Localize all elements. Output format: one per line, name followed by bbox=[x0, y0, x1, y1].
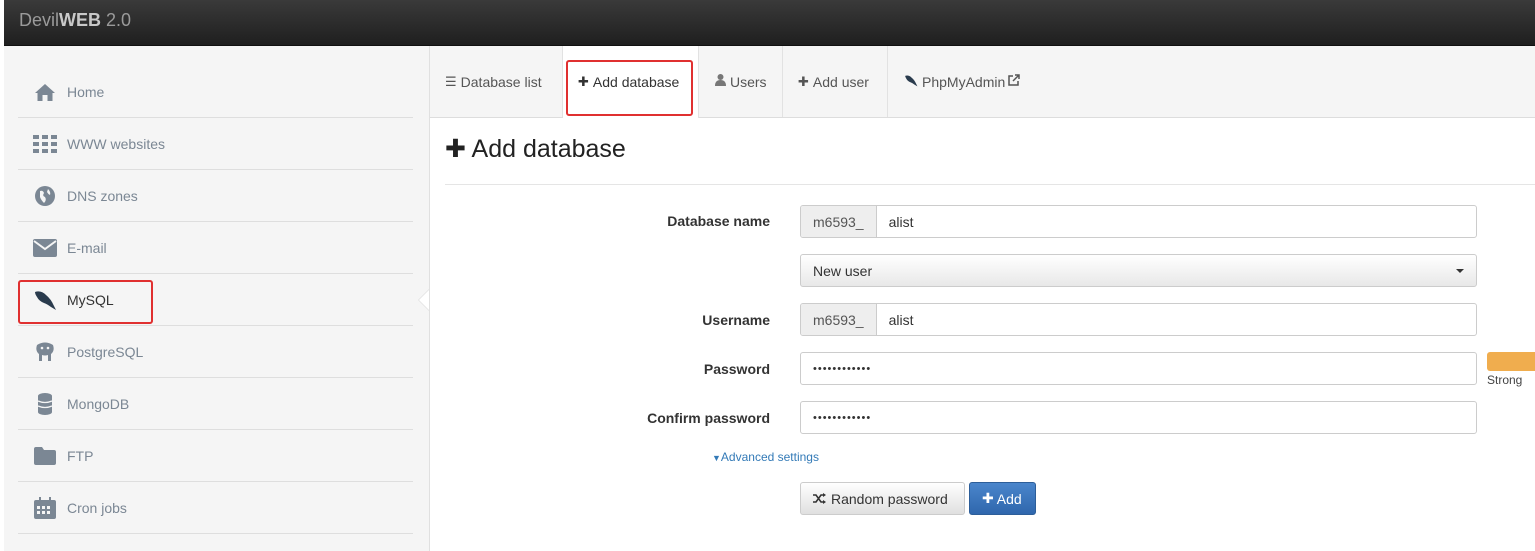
title-divider bbox=[445, 184, 1535, 185]
brand-prefix: Devil bbox=[19, 10, 60, 30]
tab-database-list[interactable]: ☰ Database list bbox=[430, 46, 563, 117]
sidebar-item-label: Home bbox=[67, 83, 105, 100]
external-link-icon bbox=[1008, 74, 1021, 89]
highlight-add-database-tab bbox=[566, 60, 693, 116]
sidebar-item-email[interactable]: E-mail bbox=[18, 222, 413, 274]
plus-icon: ✚ bbox=[798, 73, 809, 89]
envelope-icon bbox=[33, 236, 57, 260]
list-icon: ☰ bbox=[445, 73, 457, 89]
sidebar-item-label: DNS zones bbox=[67, 187, 138, 204]
brand-bold: WEB bbox=[59, 10, 102, 30]
sidebar-item-label: E-mail bbox=[67, 239, 107, 256]
active-pointer bbox=[419, 290, 429, 310]
sidebar-item-mongodb[interactable]: MongoDB bbox=[18, 378, 413, 430]
caret-down-icon: ▼ bbox=[712, 453, 721, 463]
sidebar-item-label: PostgreSQL bbox=[67, 343, 144, 360]
sidebar-item-www-websites[interactable]: WWW websites bbox=[18, 118, 413, 170]
advanced-settings-label: Advanced settings bbox=[720, 450, 819, 464]
sidebar-item-label: WWW websites bbox=[67, 135, 165, 152]
confirm-password-label: Confirm password bbox=[647, 410, 770, 426]
username-field[interactable]: m6593_ alist bbox=[800, 303, 1477, 336]
tab-label: Database list bbox=[460, 73, 542, 90]
brand-version: 2.0 bbox=[106, 10, 132, 30]
brand-logo[interactable]: DevilWEB 2.0 bbox=[19, 10, 131, 31]
user-select-value: New user bbox=[813, 262, 873, 279]
sidebar-item-label: FTP bbox=[67, 447, 94, 464]
password-label: Password bbox=[703, 361, 770, 377]
confirm-password-mask: •••••••••••• bbox=[813, 411, 872, 424]
plus-icon: ✚ bbox=[445, 135, 466, 163]
database-name-field[interactable]: m6593_ alist bbox=[800, 205, 1477, 238]
grid-icon bbox=[33, 132, 57, 156]
highlight-mysql-item bbox=[18, 280, 153, 324]
home-icon bbox=[33, 80, 57, 104]
password-mask: •••••••••••• bbox=[813, 362, 872, 375]
page-title-text: Add database bbox=[471, 135, 626, 163]
globe-icon bbox=[33, 184, 57, 208]
database-icon bbox=[33, 392, 57, 416]
tab-label: PhpMyAdmin bbox=[922, 73, 1006, 90]
mysql-dolphin-icon bbox=[904, 74, 918, 90]
tab-phpmyadmin[interactable]: PhpMyAdmin bbox=[888, 46, 1038, 117]
postgresql-elephant-icon bbox=[33, 340, 57, 364]
page-title: ✚ Add database bbox=[445, 134, 626, 164]
sidebar-item-label: MongoDB bbox=[67, 395, 130, 412]
tab-users[interactable]: Users bbox=[699, 46, 783, 117]
sidebar-item-ftp[interactable]: FTP bbox=[18, 430, 413, 482]
top-navbar: DevilWEB 2.0 bbox=[4, 0, 1535, 46]
username-input[interactable]: alist bbox=[877, 304, 926, 335]
random-password-label: Random password bbox=[831, 490, 948, 507]
folder-icon bbox=[33, 444, 57, 468]
add-button-label: Add bbox=[996, 490, 1022, 507]
tab-label: Users bbox=[730, 73, 767, 90]
database-name-prefix: m6593_ bbox=[801, 206, 877, 237]
calendar-icon bbox=[33, 496, 57, 520]
username-prefix: m6593_ bbox=[801, 304, 877, 335]
sidebar-item-dns-zones[interactable]: DNS zones bbox=[18, 170, 413, 222]
user-select[interactable]: New user bbox=[800, 254, 1477, 287]
database-name-input[interactable]: alist bbox=[877, 206, 926, 237]
sidebar-item-cron-jobs[interactable]: Cron jobs bbox=[18, 482, 413, 534]
sidebar-item-label: Cron jobs bbox=[67, 499, 127, 516]
sidebar-item-home[interactable]: Home bbox=[18, 66, 413, 118]
username-label: Username bbox=[702, 312, 770, 328]
password-strength-label: Strong bbox=[1487, 373, 1523, 387]
password-strength-bar bbox=[1487, 352, 1535, 371]
plus-icon: ✚ bbox=[982, 490, 994, 506]
add-button[interactable]: ✚ Add bbox=[969, 482, 1036, 515]
caret-down-icon bbox=[1456, 269, 1464, 273]
random-password-button[interactable]: Random password bbox=[800, 482, 965, 515]
advanced-settings-link[interactable]: ▼Advanced settings bbox=[712, 450, 819, 464]
password-input[interactable]: •••••••••••• bbox=[800, 352, 1477, 385]
sidebar-item-postgresql[interactable]: PostgreSQL bbox=[18, 326, 413, 378]
tab-label: Add user bbox=[812, 73, 869, 90]
tab-add-user[interactable]: ✚ Add user bbox=[783, 46, 888, 117]
user-icon bbox=[715, 74, 726, 89]
database-name-label: Database name bbox=[667, 213, 770, 229]
shuffle-icon bbox=[813, 491, 826, 507]
confirm-password-input[interactable]: •••••••••••• bbox=[800, 401, 1477, 434]
